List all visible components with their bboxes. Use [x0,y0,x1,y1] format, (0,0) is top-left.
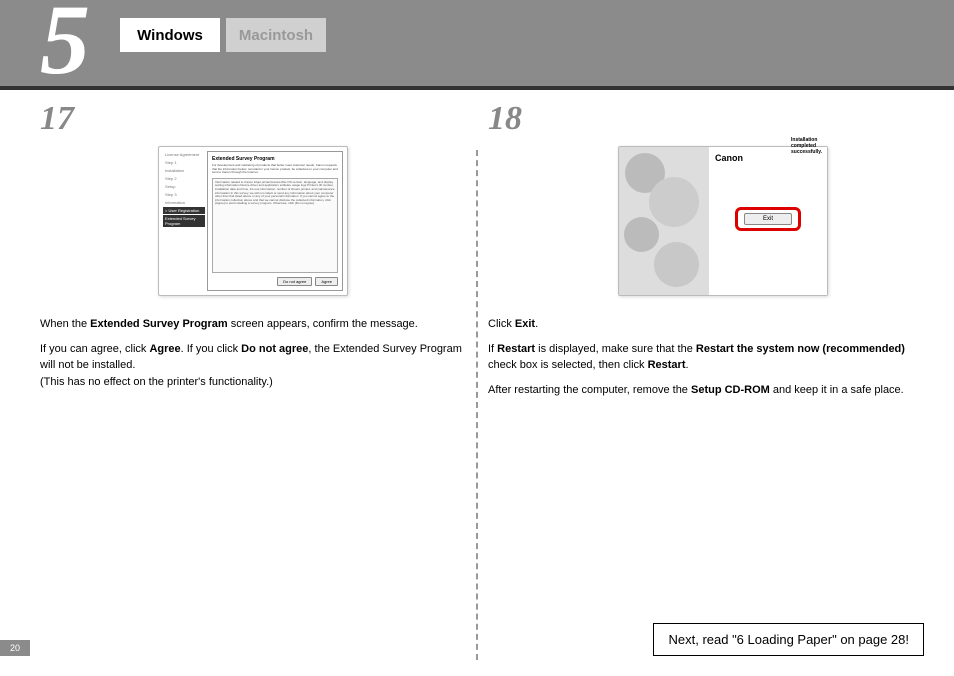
canon-logo: Canon [715,153,743,163]
dialog-scrollbox: Information related to Canon inkjet prin… [212,178,338,273]
step-17-column: 17 License Agreement Step 1 Installation… [30,100,476,630]
step-18-column: 18 Canon Installation completed successf… [478,100,924,630]
installer-main-panel: Extended Survey Program For development … [207,151,343,291]
text: (This has no effect on the printer's fun… [40,376,273,388]
text: . [535,318,538,330]
tab-windows: Windows [120,18,220,52]
screenshot-extended-survey: License Agreement Step 1 Installation St… [158,146,348,296]
exit-button[interactable]: Exit [744,213,792,225]
agree-button[interactable]: Agree [315,277,338,286]
text: . [685,359,688,371]
header-bar: 5 Windows Macintosh [0,0,954,90]
sidebar-item: License Agreement [163,151,205,158]
do-not-agree-button[interactable]: Do not agree [277,277,312,286]
os-tabs: Windows Macintosh [120,18,326,52]
text-bold: Restart the system now (recommended) [696,343,905,355]
page-number: 20 [0,640,30,656]
tab-macintosh: Macintosh [226,18,326,52]
text-bold: Setup CD-ROM [691,384,770,396]
next-step-callout: Next, read "6 Loading Paper" on page 28! [653,623,924,656]
text: If you can agree, click [40,343,149,355]
sidebar-item-active: Extended Survey Program [163,215,205,227]
content-area: 17 License Agreement Step 1 Installation… [0,90,954,630]
installer-right-pane: Canon Installation completed successfull… [709,147,827,295]
installer-sidebar: License Agreement Step 1 Installation St… [163,151,205,291]
text-bold: Restart [497,343,535,355]
sidebar-item: Step 3 [163,191,205,198]
text: If [488,343,497,355]
sidebar-item: Information [163,199,205,206]
text: screen appears, confirm the message. [228,318,418,330]
text: After restarting the computer, remove th… [488,384,691,396]
step-number-18: 18 [488,100,914,138]
sidebar-item: Step 2 [163,175,205,182]
step-17-text: When the Extended Survey Program screen … [40,316,466,390]
text: When the [40,318,90,330]
text-bold: Extended Survey Program [90,318,228,330]
dialog-title: Extended Survey Program [212,156,338,162]
text: and keep it in a safe place. [770,384,904,396]
text-bold: Exit [515,318,535,330]
sidebar-item: Step 1 [163,159,205,166]
section-number: 5 [40,0,90,97]
dialog-buttons: Do not agree Agree [212,277,338,286]
step-number-17: 17 [40,100,466,138]
text: Click [488,318,515,330]
text: . If you click [181,343,242,355]
text-bold: Agree [149,343,180,355]
sidebar-item-active: > User Registration [163,207,205,214]
exit-highlight: Exit [735,207,801,231]
text-bold: Restart [648,359,686,371]
text-bold: Do not agree [241,343,308,355]
installer-image-pane [619,147,709,295]
dialog-description: For development and marketing of product… [212,164,338,175]
screenshot-installation-complete: Canon Installation completed successfull… [618,146,828,296]
sidebar-item: Installation [163,167,205,174]
text: is displayed, make sure that the [535,343,696,355]
step-18-text: Click Exit. If Restart is displayed, mak… [488,316,914,398]
text: check box is selected, then click [488,359,648,371]
success-message: Installation completed successfully. [791,137,827,155]
sidebar-item: Setup [163,183,205,190]
